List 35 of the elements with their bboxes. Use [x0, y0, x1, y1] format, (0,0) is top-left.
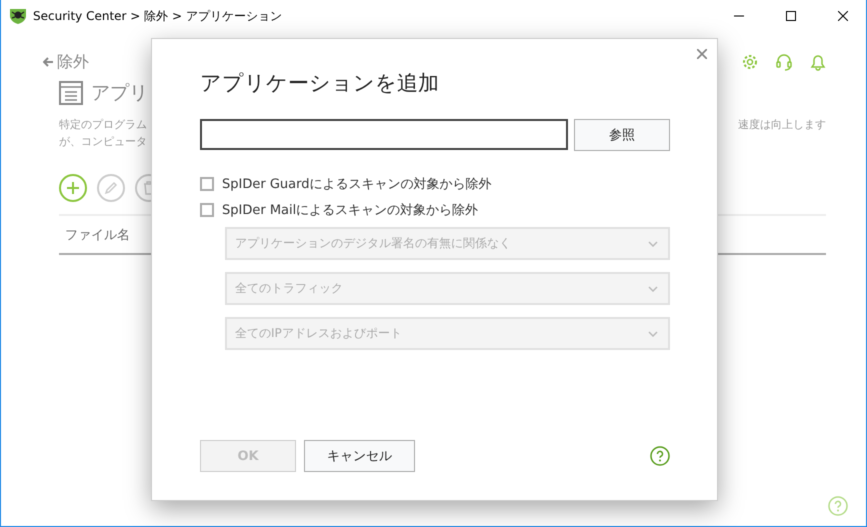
- chevron-down-icon: [648, 330, 658, 336]
- add-button[interactable]: [59, 174, 87, 202]
- description-text: が、コンピュータ: [59, 134, 147, 150]
- back-link[interactable]: 除外: [43, 52, 725, 72]
- help-icon: [650, 446, 670, 466]
- column-header: ファイル名: [64, 226, 130, 244]
- checkbox-label: SpIDer Mailによるスキャンの対象から除外: [222, 202, 478, 219]
- close-button[interactable]: [697, 49, 707, 59]
- app-logo-icon: [9, 8, 27, 24]
- description-text: 特定のプログラム: [59, 117, 147, 133]
- plus-icon: [66, 181, 80, 195]
- maximize-icon: [786, 11, 796, 21]
- chevron-down-icon: [648, 286, 658, 292]
- window-list-icon: [59, 81, 83, 105]
- description-text: 速度は向上します: [738, 117, 826, 133]
- page-heading: アプリ: [91, 81, 148, 106]
- help-icon: [828, 496, 848, 516]
- settings-icon[interactable]: [742, 54, 758, 70]
- browse-button[interactable]: 参照: [574, 119, 670, 151]
- checkbox[interactable]: [200, 177, 214, 191]
- bell-icon[interactable]: [810, 53, 826, 71]
- checkbox[interactable]: [200, 203, 214, 217]
- checkbox-label: SpIDer Guardによるスキャンの対象から除外: [222, 176, 492, 193]
- window-title: Security Center > 除外 > アプリケーション: [33, 8, 283, 24]
- headset-icon[interactable]: [775, 53, 793, 71]
- chevron-down-icon: [648, 240, 658, 246]
- arrow-left-icon: [43, 57, 53, 67]
- help-button[interactable]: [828, 496, 848, 516]
- cancel-button[interactable]: キャンセル: [304, 440, 415, 472]
- path-input-field[interactable]: [200, 119, 568, 150]
- close-icon: [697, 49, 707, 59]
- help-button[interactable]: [650, 446, 670, 466]
- close-icon: [838, 11, 848, 21]
- pencil-icon: [104, 181, 118, 195]
- dialog-title: アプリケーションを追加: [200, 70, 440, 97]
